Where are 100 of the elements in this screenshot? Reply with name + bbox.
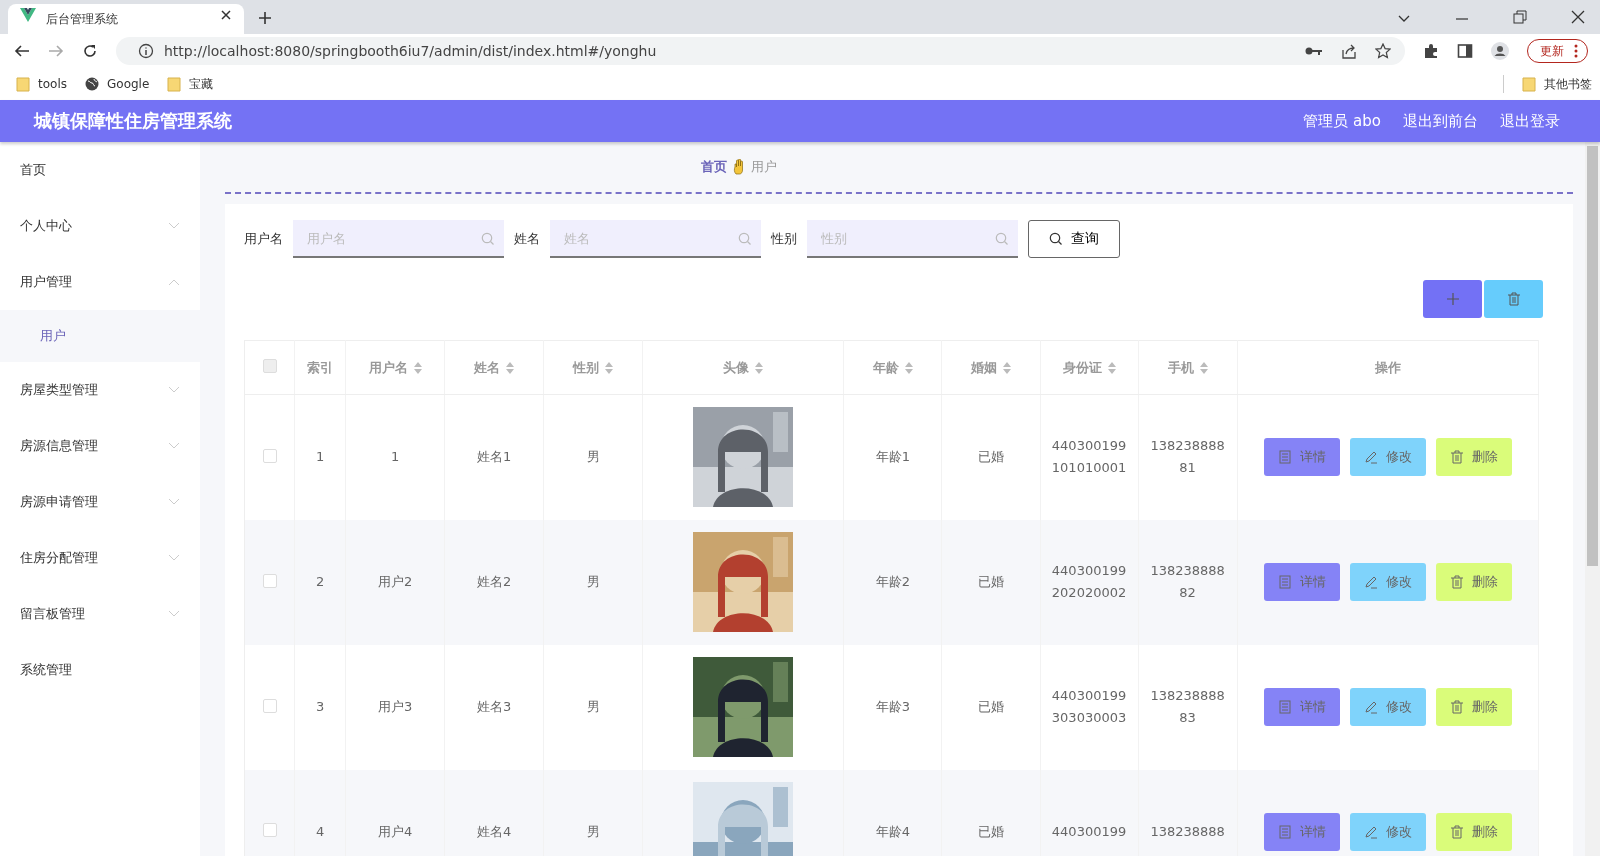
header-cell[interactable]: 用户名: [345, 340, 445, 395]
edit-button[interactable]: 修改: [1349, 438, 1426, 477]
sidebar-item[interactable]: 用户管理: [0, 254, 200, 310]
reload-icon[interactable]: [82, 43, 98, 59]
url-text: http://localhost:8080/springbooth6iu7/admin/dist/index.html#/yonghu: [164, 43, 657, 59]
bookmark[interactable]: 宝藏: [167, 75, 214, 93]
sort-icon: [605, 361, 614, 374]
restore-icon[interactable]: [1513, 10, 1527, 24]
checkbox[interactable]: [262, 823, 277, 838]
table-cell-text: 男: [586, 573, 600, 591]
star-icon[interactable]: [1375, 43, 1391, 59]
new-tab-icon[interactable]: [258, 11, 272, 25]
checkbox[interactable]: [262, 359, 277, 373]
table-cell-text: 年龄2: [875, 573, 911, 591]
table-cell-text: 1: [315, 448, 325, 467]
close-icon[interactable]: [220, 8, 232, 21]
table-cell-text: 13823888881: [1149, 437, 1226, 478]
column-label: 性别: [573, 358, 600, 377]
search-icon: [995, 232, 1009, 246]
address-field[interactable]: http://localhost:8080/springbooth6iu7/admin/dist/index.html#/yonghu: [116, 37, 1405, 65]
table-cell-text: 已婚: [978, 573, 1004, 591]
checkbox[interactable]: [262, 573, 277, 588]
table-cell-text: 姓名2: [477, 573, 512, 591]
table-cell-text: 2: [315, 573, 325, 591]
checkbox[interactable]: [262, 448, 277, 463]
pencil-icon: [1363, 575, 1378, 589]
close-icon[interactable]: [1571, 10, 1585, 24]
share-icon[interactable]: [1341, 43, 1357, 59]
puzzle-icon[interactable]: [1423, 43, 1439, 59]
header-link[interactable]: 退出到前台: [1403, 111, 1478, 131]
delete-button[interactable]: 删除: [1435, 688, 1512, 726]
sidebar-item[interactable]: 住房分配管理: [0, 530, 200, 586]
table-cell-text: 138238888: [1150, 822, 1225, 841]
table-cell-text: 440300199303030003: [1050, 687, 1128, 727]
table-cell-text: 4: [315, 822, 325, 841]
back-icon[interactable]: [14, 43, 30, 59]
search-field[interactable]: 用户名: [293, 220, 504, 258]
edit-button[interactable]: 修改: [1349, 688, 1426, 726]
info-icon: [138, 43, 154, 59]
column-label: 姓名: [474, 358, 501, 377]
table-cell-text: 用户4: [377, 822, 413, 841]
delete-button[interactable]: 删除: [1435, 438, 1512, 477]
column-label: 手机: [1167, 358, 1194, 377]
folder-icon: [16, 76, 30, 92]
table-cell-text: 已婚: [978, 822, 1004, 841]
checkbox[interactable]: [262, 698, 277, 713]
sort-icon: [904, 361, 913, 374]
header-cell[interactable]: 姓名: [444, 340, 544, 395]
sidebar-subitem[interactable]: 用户: [0, 310, 200, 362]
search-icon: [738, 232, 752, 246]
sidebar-item[interactable]: 系统管理: [0, 642, 200, 698]
breadcrumb-item[interactable]: 首页: [701, 158, 727, 176]
chevron-down-icon[interactable]: [1397, 14, 1411, 24]
header-cell[interactable]: 身份证: [1040, 340, 1139, 395]
header-cell[interactable]: 性别: [543, 340, 643, 395]
search-icon: [1049, 232, 1063, 246]
column-label: 婚姻: [971, 358, 997, 377]
plus-icon: [1445, 292, 1460, 306]
delete-button[interactable]: 删除: [1435, 812, 1512, 851]
table-cell-text: 姓名4: [477, 822, 512, 841]
sidebar-item[interactable]: 房源信息管理: [0, 418, 200, 474]
header-cell[interactable]: 头像: [642, 340, 844, 395]
table-cell-text: 用户3: [377, 698, 413, 716]
sidebar-item[interactable]: 房源申请管理: [0, 474, 200, 530]
table-cell-text: 用户2: [377, 573, 413, 591]
document-icon: [1277, 450, 1292, 465]
folder-icon: [167, 76, 182, 92]
sidebar-item[interactable]: 留言板管理: [0, 586, 200, 642]
profile-icon[interactable]: [1491, 42, 1509, 60]
edit-button[interactable]: 修改: [1349, 563, 1426, 601]
search-button[interactable]: 查询: [1028, 220, 1120, 258]
trash-icon: [1506, 292, 1521, 306]
vue-logo-icon: [20, 7, 36, 22]
column-label: 年龄: [872, 358, 899, 377]
scrollbar[interactable]: [1585, 142, 1600, 856]
bookmark[interactable]: 其他书签: [1522, 75, 1592, 93]
header-cell[interactable]: 手机: [1138, 340, 1238, 395]
table-cell-text: 男: [586, 698, 600, 716]
delete-button[interactable]: 删除: [1435, 563, 1512, 601]
side-panel-icon[interactable]: [1457, 43, 1473, 59]
search-field[interactable]: 性别: [807, 220, 1018, 258]
sidebar-item[interactable]: 首页: [0, 142, 200, 198]
sidebar-item[interactable]: 房屋类型管理: [0, 362, 200, 418]
table-cell-text: 440300199: [1051, 822, 1127, 841]
document-icon: [1277, 575, 1292, 589]
key-icon[interactable]: [1305, 45, 1323, 57]
update-button[interactable]: 更新: [1527, 39, 1588, 63]
bookmark[interactable]: tools: [16, 76, 67, 92]
table-cell-text: 年龄4: [875, 822, 911, 841]
browser-tab[interactable]: 后台管理系统: [8, 4, 244, 34]
header-cell[interactable]: 年龄: [843, 340, 942, 395]
edit-button[interactable]: 修改: [1349, 812, 1426, 851]
bookmark[interactable]: Google: [85, 77, 150, 91]
header-link[interactable]: 退出登录: [1500, 111, 1560, 131]
sidebar-item[interactable]: 个人中心: [0, 198, 200, 254]
breadcrumb-item[interactable]: 用户: [751, 158, 777, 176]
header-cell[interactable]: 婚姻: [941, 340, 1040, 395]
search-field[interactable]: 姓名: [550, 220, 761, 258]
app-title: 城镇保障性住房管理系统: [34, 109, 232, 133]
table-cell-text: 男: [586, 448, 600, 467]
